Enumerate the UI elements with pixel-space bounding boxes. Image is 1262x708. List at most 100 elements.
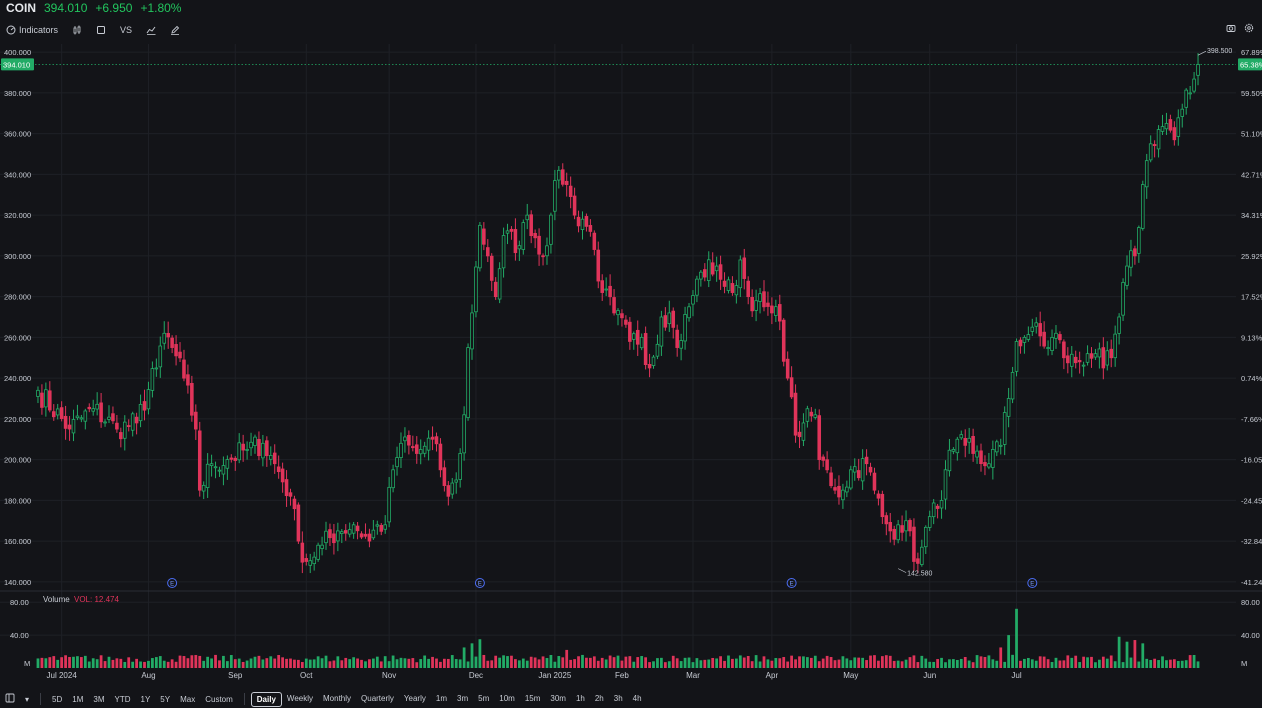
volume-bar [1042,656,1046,668]
candle [809,411,814,417]
volume-bar [802,656,805,668]
volume-bar [119,658,123,668]
candle [1156,129,1161,150]
candle [229,457,234,460]
volume-bar [257,655,261,668]
interval-button[interactable]: 10m [494,692,520,707]
volume-bar [277,655,281,668]
candle [777,304,782,322]
timeframe-button[interactable]: 5D [47,693,67,706]
pct-tick-label: 17.52% [1241,293,1262,302]
candle [403,436,407,442]
volume-bar [111,659,115,668]
volume-bar [415,662,419,668]
y-tick-label: 140.000 [4,578,31,587]
volume-bar [115,658,119,668]
volume-bar [952,659,955,668]
candle [1176,117,1181,137]
volume-bar [987,655,991,668]
sidebar-chevron-icon[interactable]: ▾ [20,693,34,706]
interval-button[interactable]: 30m [545,692,571,707]
volume-bar [423,655,427,668]
candle [197,430,202,491]
candle [833,487,837,491]
interval-button[interactable]: 1m [431,692,452,707]
interval-button[interactable]: 3h [609,692,628,707]
y-tick-label: 180.000 [4,496,31,505]
volume-bar [695,658,699,668]
sidebar-toggle-button[interactable] [0,691,20,707]
candle [643,333,648,366]
interval-button[interactable]: Quarterly [356,692,399,707]
candle [635,329,640,345]
volume-bar [1026,657,1030,668]
timeframe-button[interactable]: 1M [67,693,88,706]
interval-button[interactable]: 4h [628,692,647,707]
low-marker-leader [898,568,907,573]
volume-bar [371,658,375,668]
volume-bar [186,658,190,668]
volume-bar [1121,662,1125,668]
candle [1026,334,1031,340]
candle [150,368,155,391]
interval-button[interactable]: 15m [520,692,546,707]
interval-button[interactable]: 1h [571,692,590,707]
volume-bar [170,659,174,668]
y-tick-label: 340.000 [4,170,31,179]
candle [785,358,790,379]
candle [170,337,174,348]
timeframe-button[interactable]: Custom [200,693,238,706]
volume-bar [379,661,383,668]
interval-button[interactable]: Yearly [399,692,431,707]
interval-button[interactable]: 2h [590,692,609,707]
interval-button[interactable]: Daily [250,691,282,707]
interval-button[interactable]: 5m [473,692,494,707]
candle [687,306,691,319]
volume-bar [1090,656,1093,668]
candle [904,520,908,532]
volume-bar [577,656,580,668]
timeframe-button[interactable]: Max [175,693,200,706]
volume-bar [356,658,359,668]
interval-button[interactable]: Weekly [282,692,318,707]
candle [1014,341,1019,372]
candle [87,406,92,410]
candle [797,431,802,438]
volume-bar [60,657,64,668]
volume-bar [683,657,687,668]
pct-tick-label: 67.89% [1241,48,1262,57]
panel-icon [5,693,15,703]
price-chart[interactable]: 394.010 65.38% 398.500 142.580 E E E E Jul 2024… [0,0,1262,690]
candle [407,435,411,446]
volume-bar [261,659,265,668]
candles [36,53,1200,574]
timeframe-button[interactable]: YTD [110,693,136,706]
volume-bar [1141,643,1145,668]
candle [584,216,589,227]
candle [545,245,549,257]
volume-bar [1078,662,1082,668]
candle [691,295,695,305]
candle [837,485,841,498]
volume-tick-label: 80.00 [10,598,29,607]
volume-bar [731,658,734,668]
timeframe-button[interactable]: 1Y [136,693,156,706]
interval-button[interactable]: Monthly [318,692,356,707]
volume-bar [407,658,411,668]
volume-bar [715,658,719,668]
earnings-marker-label: E [478,582,482,588]
candle [1042,331,1046,347]
candle [75,415,80,419]
candle [44,389,48,408]
interval-button[interactable]: 3m [452,692,473,707]
candle [351,524,356,534]
volume-bar [932,661,936,668]
candle [343,530,348,534]
volume-bar [569,659,573,668]
timeframe-button[interactable]: 3M [88,693,109,706]
volume-bar [794,659,797,668]
candle [40,392,44,408]
volume-bar [387,661,391,668]
y-tick-label: 280.000 [4,293,31,302]
timeframe-button[interactable]: 5Y [155,693,175,706]
